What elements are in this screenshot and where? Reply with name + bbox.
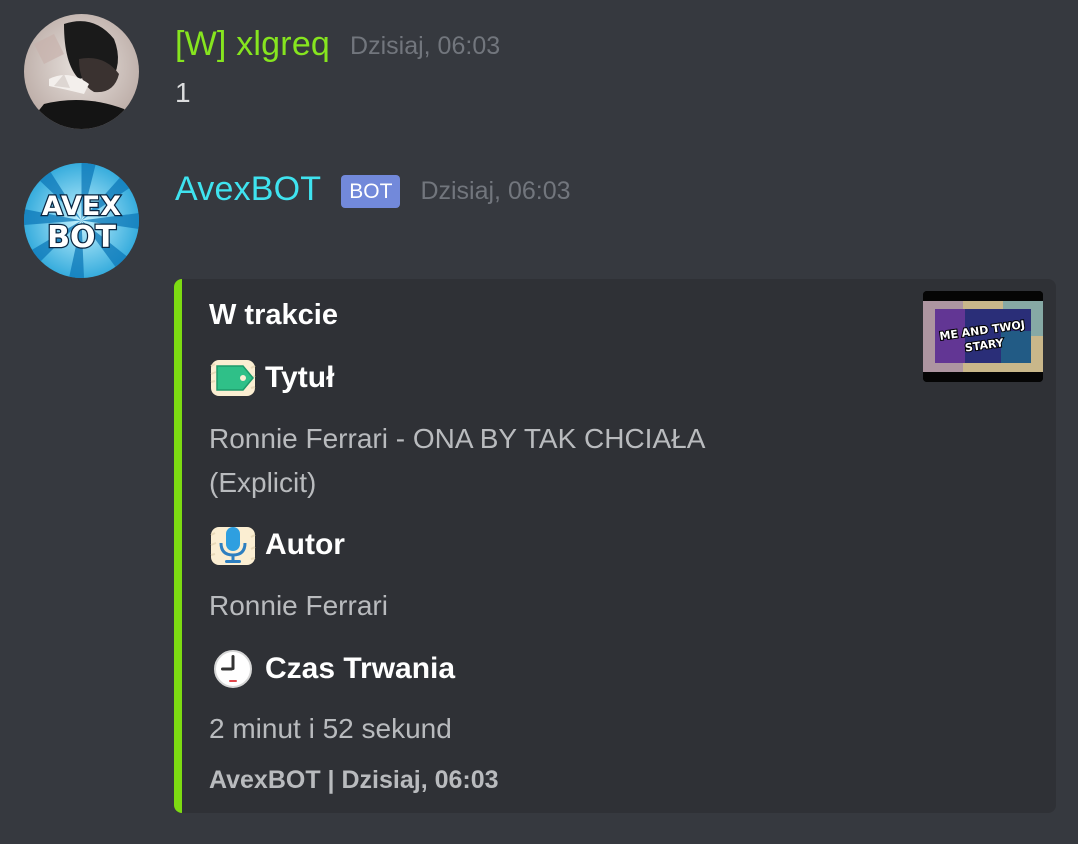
username[interactable]: AvexBOT [175,170,321,209]
field-value-title: Ronnie Ferrari - ONA BY TAK CHCIAŁA (Exp… [209,423,704,498]
bot-badge: BOT [341,174,401,208]
username[interactable]: [W] xlgreq [175,25,330,64]
label-tag-icon [209,354,257,402]
timestamp: Dzisiaj, 06:03 [420,176,571,205]
avatar-text-line2: BOT [47,220,116,255]
avatar-text-line1: AVEX [42,191,121,222]
embed-title: W trakcie [209,299,338,331]
timestamp: Dzisiaj, 06:03 [350,31,501,60]
message-content: 1 [175,77,191,108]
field-name-duration: Czas Trwania [209,645,455,693]
embed: W trakcie ME AND TWOJ STARY Tytuł Ronnie… [174,279,1056,813]
field-value-duration: 2 minut i 52 sekund [209,713,452,744]
message-header: [W] xlgreq Dzisiaj, 06:03 [175,24,500,64]
user-avatar[interactable] [24,14,139,129]
field-name-author: Autor [209,521,345,569]
field-name-title: Tytuł [209,354,334,402]
embed-thumbnail[interactable]: ME AND TWOJ STARY [923,291,1043,382]
field-value-author: Ronnie Ferrari [209,590,388,621]
embed-footer: AvexBOT | Dzisiaj, 06:03 [209,766,499,794]
message-header: AvexBOT BOT Dzisiaj, 06:03 [175,169,571,209]
field-name-label: Autor [265,528,345,561]
field-name-label: Tytuł [265,361,335,394]
bot-avatar[interactable]: AVEX BOT [24,163,139,278]
field-name-label: Czas Trwania [265,652,456,685]
microphone-icon [209,521,257,569]
clock-icon [209,645,257,693]
